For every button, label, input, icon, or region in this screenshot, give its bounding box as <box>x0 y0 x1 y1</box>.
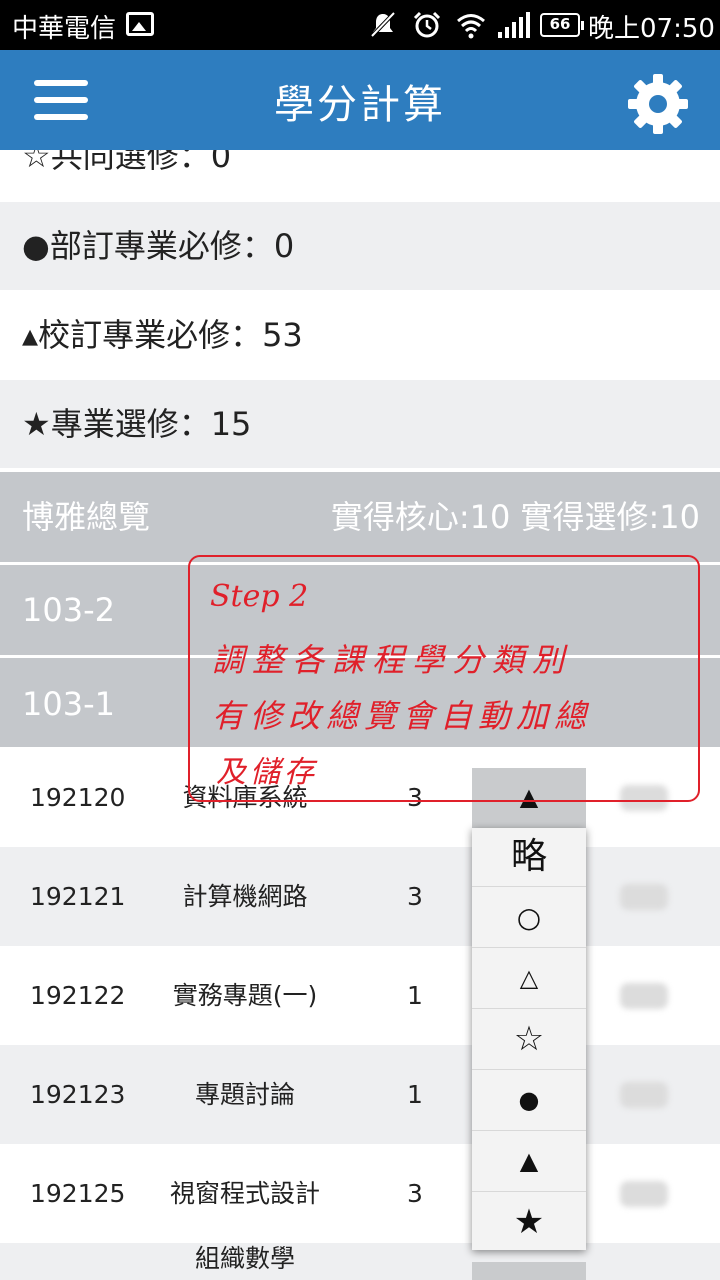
course-row[interactable]: 192123 專題討論 1 <box>0 1045 720 1144</box>
annotation-line: 有修改總覽會自動加總 <box>212 697 593 735</box>
course-row[interactable]: 192125 視窗程式設計 3 <box>0 1144 720 1243</box>
general-education-summary: 實得核心:10 實得選修:10 <box>330 498 700 536</box>
course-score <box>620 983 668 1009</box>
page-title: 學分計算 <box>274 82 446 128</box>
course-category-select[interactable] <box>472 1262 586 1280</box>
course-name: 組織數學 <box>194 1244 295 1273</box>
requirement-row-professional-elective: ★專業選修：15 <box>0 380 720 468</box>
requirement-row-ministry-required: ●部訂專業必修：0 <box>0 202 720 290</box>
annotation-step: Step 2 <box>210 579 309 614</box>
alarm-icon <box>413 11 441 38</box>
dropdown-option-star-outline[interactable]: ☆ <box>472 1008 586 1069</box>
course-row[interactable]: 組織數學 <box>0 1243 720 1280</box>
wifi-icon <box>457 14 485 39</box>
course-name: 計算機網路 <box>182 882 308 911</box>
course-code: 192121 <box>30 882 126 911</box>
course-score <box>620 1181 668 1207</box>
image-notification-icon <box>126 12 154 36</box>
course-name: 實務專題(一) <box>172 981 318 1010</box>
clock: 晚上07:50 <box>588 14 715 44</box>
app-bar: 學分計算 <box>0 50 720 150</box>
dropdown-option-triangle-outline[interactable]: △ <box>472 947 586 1008</box>
course-score <box>620 884 668 910</box>
dropdown-option-none[interactable]: 略 <box>472 828 586 886</box>
course-row[interactable]: 192122 實務專題(一) 1 <box>0 946 720 1045</box>
course-code: 192123 <box>30 1080 126 1109</box>
course-credits: 1 <box>407 1080 423 1109</box>
general-education-title: 博雅總覽 <box>22 498 151 536</box>
requirement-row-school-required: ▴校訂專業必修：53 <box>22 316 303 354</box>
settings-gear-icon[interactable] <box>626 72 690 136</box>
dropdown-option-circle[interactable]: ○ <box>472 886 586 947</box>
course-code: 192125 <box>30 1179 126 1208</box>
dropdown-option-dot[interactable]: ● <box>472 1069 586 1130</box>
carrier-name: 中華電信 <box>12 14 117 44</box>
requirement-row-common-elective: ☆共同選修：0 <box>22 150 232 175</box>
general-education-overview[interactable]: 博雅總覽 實得核心:10 實得選修:10 <box>0 472 720 562</box>
course-score <box>620 1082 668 1108</box>
course-credits: 1 <box>407 981 423 1010</box>
dropdown-option-star-filled[interactable]: ★ <box>472 1191 586 1252</box>
annotation-box: Step 2 調整各課程學分類別 有修改總覽會自動加總 及儲存 <box>188 555 700 802</box>
annotation-line: 調整各課程學分類別 <box>212 641 573 679</box>
status-bar: 中華電信 66 晚上07:50 <box>0 0 720 50</box>
dropdown-option-triangle-filled[interactable]: ▲ <box>472 1130 586 1191</box>
category-dropdown: 略 ○ △ ☆ ● ▲ ★ <box>472 828 586 1250</box>
status-icons <box>368 10 538 40</box>
mute-notification-icon <box>370 11 396 38</box>
annotation-line: 及儲存 <box>216 755 318 790</box>
course-code: 192122 <box>30 981 126 1010</box>
course-credits: 3 <box>407 882 423 911</box>
course-credits: 3 <box>407 1179 423 1208</box>
signal-icon <box>498 12 530 38</box>
course-code: 192120 <box>30 783 126 812</box>
battery-icon: 66 <box>540 13 584 37</box>
course-row[interactable]: 192121 計算機網路 3 <box>0 847 720 946</box>
course-name: 專題討論 <box>194 1080 295 1109</box>
